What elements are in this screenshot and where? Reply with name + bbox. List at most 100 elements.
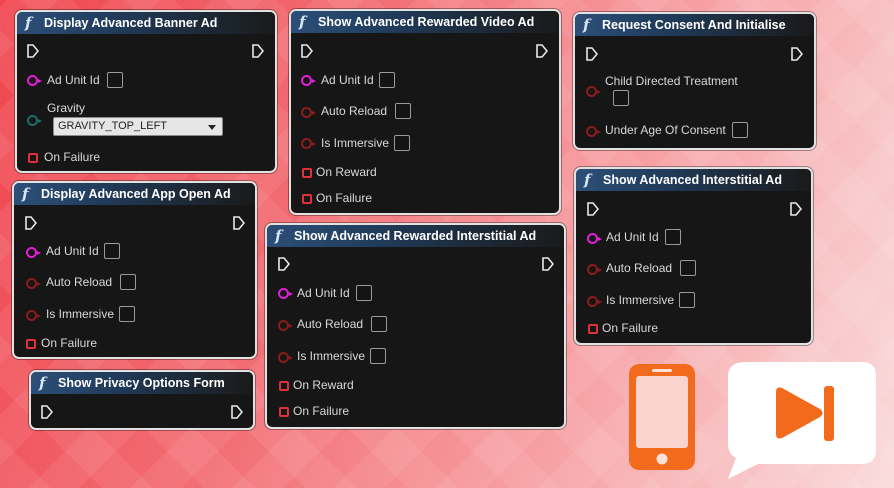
exec-in-pin-icon[interactable] — [27, 44, 39, 58]
exec-out-pin-icon[interactable] — [542, 257, 554, 271]
is-immersive-checkbox[interactable] — [370, 348, 386, 364]
on-failure-label: On Failure — [293, 404, 350, 418]
ad-unit-id-pin-icon[interactable] — [26, 247, 41, 258]
ad-unit-id-label: Ad Unit Id — [46, 244, 99, 258]
auto-reload-pin-icon[interactable] — [301, 107, 316, 118]
child-directed-pin-icon[interactable] — [586, 86, 601, 97]
on-reward-pin-icon[interactable] — [302, 168, 312, 178]
on-reward-label: On Reward — [316, 165, 377, 179]
exec-out-pin-icon[interactable] — [791, 47, 803, 61]
ad-unit-id-pin-icon[interactable] — [27, 75, 42, 86]
function-icon: f — [299, 12, 306, 31]
exec-in-pin-icon[interactable] — [41, 405, 53, 419]
is-immersive-label: Is Immersive — [606, 293, 675, 307]
node-header[interactable]: f Show Advanced Interstitial Ad — [576, 169, 811, 191]
exec-in-pin-icon[interactable] — [586, 47, 598, 61]
gravity-dropdown[interactable]: GRAVITY_TOP_LEFT — [53, 117, 223, 136]
node-show-advanced-rewarded-video-ad[interactable]: f Show Advanced Rewarded Video Ad Ad Uni… — [289, 9, 561, 215]
on-failure-pin-icon[interactable] — [279, 407, 289, 417]
on-failure-pin-icon[interactable] — [588, 324, 598, 334]
node-request-consent-and-initialise[interactable]: f Request Consent And Initialise Child D… — [573, 12, 816, 150]
node-title: Show Advanced Interstitial Ad — [603, 173, 782, 187]
exec-in-pin-icon[interactable] — [25, 216, 37, 230]
exec-out-pin-icon[interactable] — [233, 216, 245, 230]
is-immersive-checkbox[interactable] — [119, 306, 135, 322]
auto-reload-checkbox[interactable] — [120, 274, 136, 290]
auto-reload-checkbox[interactable] — [371, 316, 387, 332]
is-immersive-pin-icon[interactable] — [301, 138, 316, 149]
auto-reload-pin-icon[interactable] — [26, 278, 41, 289]
exec-in-pin-icon[interactable] — [278, 257, 290, 271]
auto-reload-checkbox[interactable] — [395, 103, 411, 119]
exec-out-pin-icon[interactable] — [536, 44, 548, 58]
exec-in-pin-icon[interactable] — [587, 202, 599, 216]
on-failure-pin-icon[interactable] — [26, 339, 36, 349]
under-age-label: Under Age Of Consent — [605, 123, 726, 137]
function-icon: f — [583, 15, 590, 34]
on-failure-pin-icon[interactable] — [28, 153, 38, 163]
is-immersive-label: Is Immersive — [321, 136, 390, 150]
auto-reload-label: Auto Reload — [297, 317, 364, 331]
child-directed-label: Child Directed Treatment — [605, 74, 738, 88]
ad-unit-id-checkbox[interactable] — [665, 229, 681, 245]
auto-reload-pin-icon[interactable] — [278, 320, 293, 331]
on-failure-label: On Failure — [602, 321, 659, 335]
under-age-pin-icon[interactable] — [586, 126, 601, 137]
exec-out-pin-icon[interactable] — [790, 202, 802, 216]
on-reward-pin-icon[interactable] — [279, 381, 289, 391]
function-icon: f — [275, 226, 282, 245]
chevron-down-icon — [208, 125, 216, 130]
ad-unit-id-checkbox[interactable] — [356, 285, 372, 301]
node-title: Show Advanced Rewarded Interstitial Ad — [294, 229, 537, 243]
on-failure-label: On Failure — [44, 150, 101, 164]
node-header[interactable]: f Display Advanced App Open Ad — [14, 183, 255, 205]
auto-reload-pin-icon[interactable] — [587, 264, 602, 275]
node-title: Request Consent And Initialise — [602, 18, 786, 32]
node-display-advanced-banner-ad[interactable]: f Display Advanced Banner Ad Ad Unit Id … — [15, 10, 277, 173]
on-failure-label: On Failure — [316, 191, 373, 205]
node-header[interactable]: f Request Consent And Initialise — [575, 14, 814, 36]
is-immersive-pin-icon[interactable] — [26, 310, 41, 321]
node-title: Display Advanced App Open Ad — [41, 187, 231, 201]
node-header[interactable]: f Show Advanced Rewarded Interstitial Ad — [267, 225, 564, 247]
node-header[interactable]: f Show Advanced Rewarded Video Ad — [291, 11, 559, 33]
is-immersive-label: Is Immersive — [297, 349, 366, 363]
is-immersive-pin-icon[interactable] — [587, 296, 602, 307]
on-failure-pin-icon[interactable] — [302, 194, 312, 204]
ad-unit-id-checkbox[interactable] — [107, 72, 123, 88]
exec-in-pin-icon[interactable] — [301, 44, 313, 58]
under-age-checkbox[interactable] — [732, 122, 748, 138]
node-header[interactable]: f Display Advanced Banner Ad — [17, 12, 275, 34]
is-immersive-checkbox[interactable] — [679, 292, 695, 308]
node-header[interactable]: f Show Privacy Options Form — [31, 372, 253, 394]
ad-unit-id-pin-icon[interactable] — [278, 288, 293, 299]
child-directed-checkbox[interactable] — [613, 90, 629, 106]
exec-out-pin-icon[interactable] — [231, 405, 243, 419]
node-title: Show Privacy Options Form — [58, 376, 225, 390]
ad-unit-id-label: Ad Unit Id — [297, 286, 350, 300]
node-show-advanced-rewarded-interstitial-ad[interactable]: f Show Advanced Rewarded Interstitial Ad… — [265, 223, 566, 429]
node-show-advanced-interstitial-ad[interactable]: f Show Advanced Interstitial Ad Ad Unit … — [574, 167, 813, 345]
ad-unit-id-pin-icon[interactable] — [587, 233, 602, 244]
is-immersive-label: Is Immersive — [46, 307, 115, 321]
smartphone-icon — [629, 364, 695, 470]
ad-unit-id-label: Ad Unit Id — [47, 73, 100, 87]
ad-unit-id-checkbox[interactable] — [379, 72, 395, 88]
ad-unit-id-pin-icon[interactable] — [301, 75, 316, 86]
is-immersive-pin-icon[interactable] — [278, 352, 293, 363]
function-icon: f — [584, 170, 591, 189]
node-show-privacy-options-form[interactable]: f Show Privacy Options Form — [29, 370, 255, 430]
function-icon: f — [22, 184, 29, 203]
node-title: Display Advanced Banner Ad — [44, 16, 218, 30]
ad-unit-id-checkbox[interactable] — [104, 243, 120, 259]
gravity-selected-value: GRAVITY_TOP_LEFT — [58, 120, 168, 132]
exec-out-pin-icon[interactable] — [252, 44, 264, 58]
ad-unit-id-label: Ad Unit Id — [606, 230, 659, 244]
node-display-advanced-app-open-ad[interactable]: f Display Advanced App Open Ad Ad Unit I… — [12, 181, 257, 359]
gravity-pin-icon[interactable] — [27, 115, 42, 126]
on-reward-label: On Reward — [293, 378, 354, 392]
is-immersive-checkbox[interactable] — [394, 135, 410, 151]
on-failure-label: On Failure — [41, 336, 98, 350]
function-icon: f — [25, 13, 32, 32]
auto-reload-checkbox[interactable] — [680, 260, 696, 276]
